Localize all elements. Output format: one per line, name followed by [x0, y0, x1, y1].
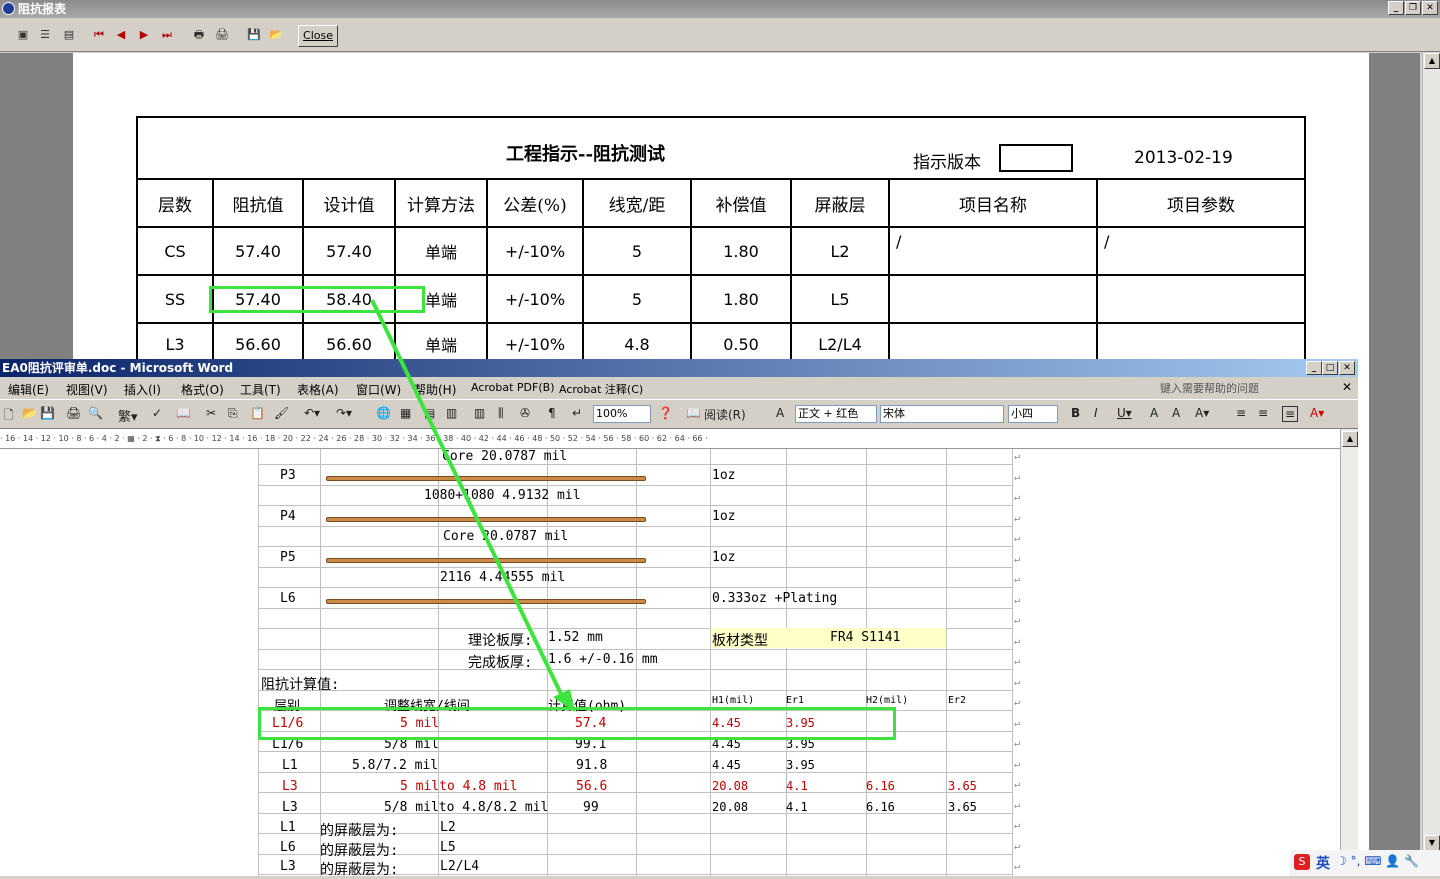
ime-tray: S 英 ☽ °, ⌨ 👤 🔧 [1290, 850, 1440, 876]
ime-lang[interactable]: 英 [1316, 853, 1330, 873]
green-arrow-head [553, 689, 575, 712]
sogou-icon[interactable]: S [1294, 854, 1310, 870]
green-arrow-line [370, 299, 564, 697]
moon-icon[interactable]: ☽ °, ⌨ 👤 🔧 [1336, 854, 1419, 868]
arrow-overlay [370, 299, 575, 712]
